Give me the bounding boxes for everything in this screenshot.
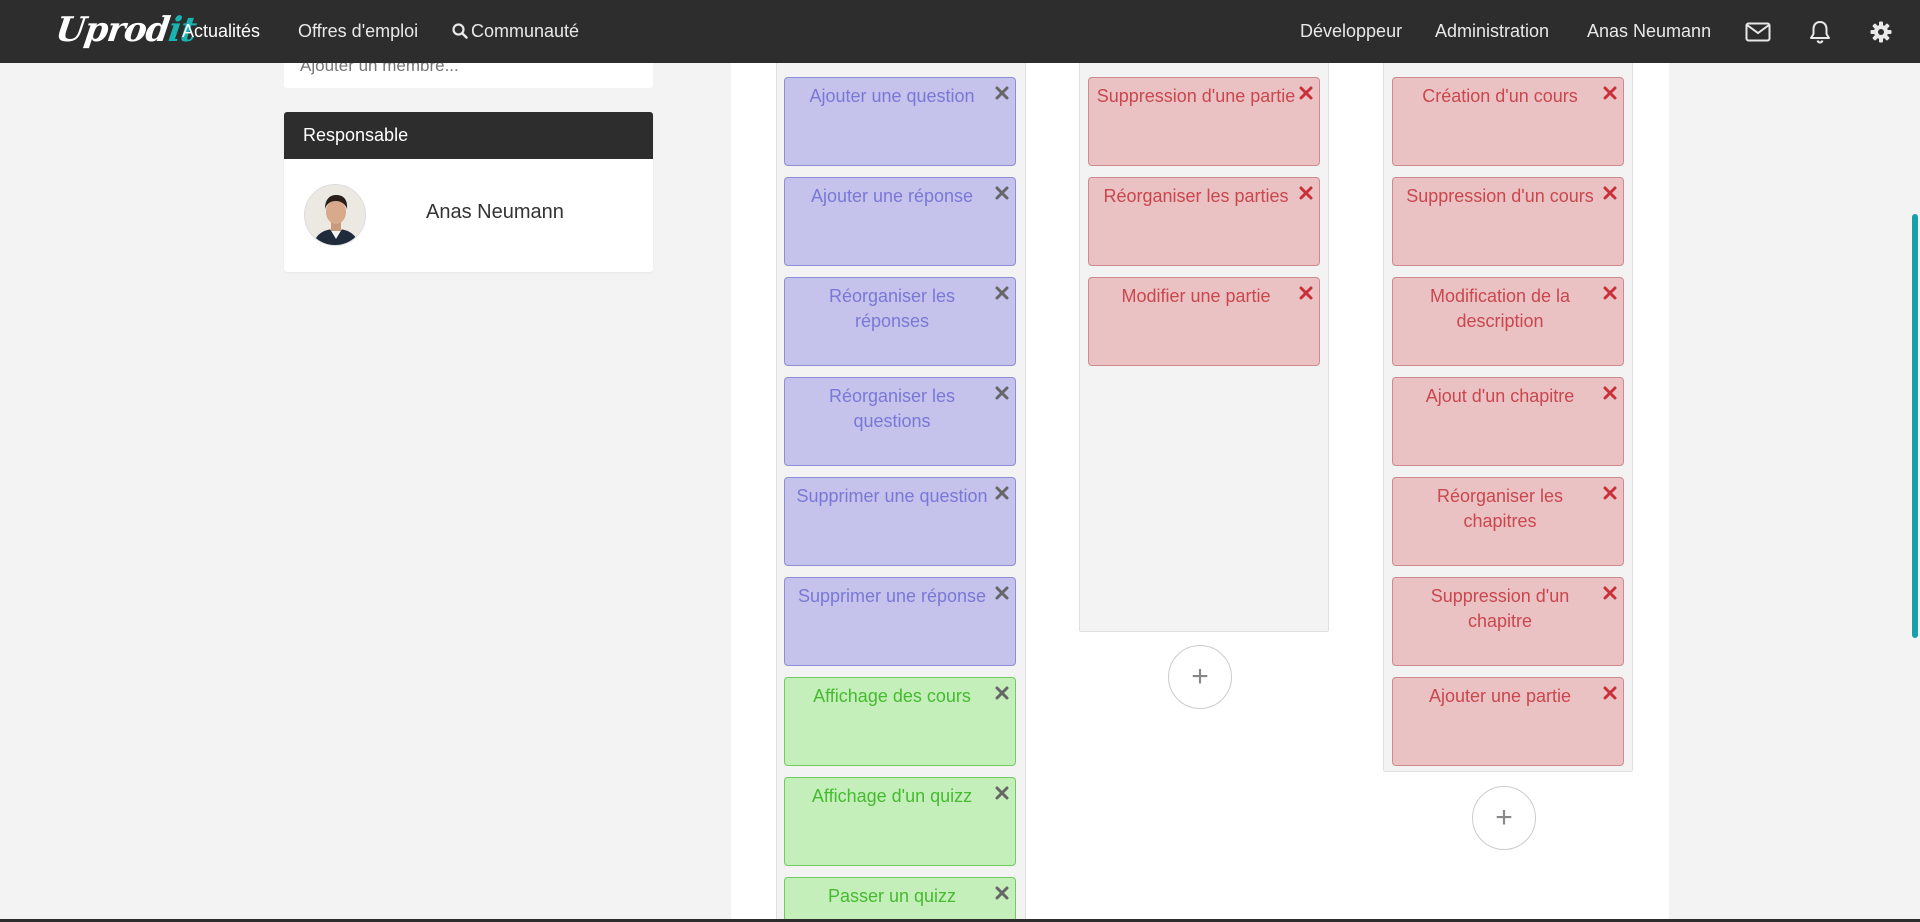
card-reorganiser-chapitres[interactable]: Réorganiser les chapitres bbox=[1392, 477, 1624, 566]
close-icon[interactable] bbox=[1299, 186, 1313, 200]
card-reorganiser-parties[interactable]: Réorganiser les parties bbox=[1088, 177, 1320, 266]
nav-link-communaute[interactable]: Communauté bbox=[452, 21, 579, 42]
gear-icon[interactable] bbox=[1867, 18, 1895, 46]
plus-icon: + bbox=[1495, 801, 1513, 834]
card-label: Affichage d'un quizz bbox=[811, 786, 973, 806]
card-affichage-quizz[interactable]: Affichage d'un quizz bbox=[784, 777, 1016, 866]
card-label: Réorganiser les chapitres bbox=[1436, 486, 1564, 531]
close-icon[interactable] bbox=[1299, 86, 1313, 100]
nav-link-communaute-label: Communauté bbox=[471, 21, 580, 41]
close-icon[interactable] bbox=[1603, 186, 1617, 200]
close-icon[interactable] bbox=[995, 886, 1009, 900]
card-ajouter-question[interactable]: Ajouter une question bbox=[784, 77, 1016, 166]
card-supprimer-question[interactable]: Supprimer une question bbox=[784, 477, 1016, 566]
card-label: Supprimer une réponse bbox=[797, 586, 987, 606]
bell-icon[interactable] bbox=[1806, 18, 1834, 46]
card-supprimer-reponse[interactable]: Supprimer une réponse bbox=[784, 577, 1016, 666]
card-label: Suppression d'un cours bbox=[1406, 186, 1594, 206]
close-icon[interactable] bbox=[1603, 686, 1617, 700]
responsable-title: Responsable bbox=[284, 112, 653, 159]
card-label: Modifier une partie bbox=[1121, 286, 1271, 306]
close-icon[interactable] bbox=[1603, 586, 1617, 600]
card-label: Ajout d'un chapitre bbox=[1425, 386, 1575, 406]
nav-link-developpeur[interactable]: Développeur bbox=[1300, 21, 1402, 42]
close-icon[interactable] bbox=[1299, 286, 1313, 300]
card-ajouter-reponse[interactable]: Ajouter une réponse bbox=[784, 177, 1016, 266]
close-icon[interactable] bbox=[995, 386, 1009, 400]
card-label: Ajouter une partie bbox=[1428, 686, 1572, 706]
card-label: Supprimer une question bbox=[796, 486, 988, 506]
mail-icon[interactable] bbox=[1744, 18, 1772, 46]
card-suppression-cours[interactable]: Suppression d'un cours bbox=[1392, 177, 1624, 266]
close-icon[interactable] bbox=[995, 286, 1009, 300]
card-label: Passer un quizz bbox=[827, 886, 957, 906]
plus-icon: + bbox=[1191, 660, 1209, 693]
card-label: Réorganiser les parties bbox=[1103, 186, 1289, 206]
close-icon[interactable] bbox=[995, 586, 1009, 600]
card-modifier-partie[interactable]: Modifier une partie bbox=[1088, 277, 1320, 366]
card-label: Affichage des cours bbox=[813, 686, 971, 706]
nav-link-offres[interactable]: Offres d'emploi bbox=[298, 21, 418, 42]
card-reorganiser-reponses[interactable]: Réorganiser les réponses bbox=[784, 277, 1016, 366]
top-navbar: Uprodit Actualités Offres d'emploi Commu… bbox=[0, 0, 1920, 63]
logo-main: Uprod bbox=[53, 10, 172, 50]
card-label: Réorganiser les questions bbox=[828, 386, 956, 431]
card-label: Réorganiser les réponses bbox=[828, 286, 956, 331]
card-label: Modification de la description bbox=[1429, 286, 1571, 331]
card-label: Création d'un cours bbox=[1422, 86, 1578, 106]
search-icon bbox=[452, 23, 468, 39]
card-ajouter-partie[interactable]: Ajouter une partie bbox=[1392, 677, 1624, 766]
card-ajout-chapitre[interactable]: Ajout d'un chapitre bbox=[1392, 377, 1624, 466]
card-label: Suppression d'une partie bbox=[1096, 86, 1296, 106]
close-icon[interactable] bbox=[995, 86, 1009, 100]
card-label: Ajouter une réponse bbox=[810, 186, 974, 206]
close-icon[interactable] bbox=[995, 486, 1009, 500]
close-icon[interactable] bbox=[995, 186, 1009, 200]
card-creation-cours[interactable]: Création d'un cours bbox=[1392, 77, 1624, 166]
card-suppression-chapitre[interactable]: Suppression d'un chapitre bbox=[1392, 577, 1624, 666]
close-icon[interactable] bbox=[1603, 486, 1617, 500]
card-label: Ajouter une question bbox=[809, 86, 975, 106]
card-suppression-partie[interactable]: Suppression d'une partie bbox=[1088, 77, 1320, 166]
card-label: Suppression d'un chapitre bbox=[1430, 586, 1570, 631]
close-icon[interactable] bbox=[995, 786, 1009, 800]
close-icon[interactable] bbox=[1603, 386, 1617, 400]
close-icon[interactable] bbox=[995, 686, 1009, 700]
responsable-name: Anas Neumann bbox=[426, 201, 564, 223]
nav-link-user-profile[interactable]: Anas Neumann bbox=[1587, 21, 1711, 42]
add-card-button-col2[interactable]: + bbox=[1168, 645, 1232, 709]
add-card-button-col3[interactable]: + bbox=[1472, 786, 1536, 850]
card-passer-quizz[interactable]: Passer un quizz bbox=[784, 877, 1016, 922]
card-affichage-cours[interactable]: Affichage des cours bbox=[784, 677, 1016, 766]
close-icon[interactable] bbox=[1603, 286, 1617, 300]
card-reorganiser-questions[interactable]: Réorganiser les questions bbox=[784, 377, 1016, 466]
nav-link-actualites[interactable]: Actualités bbox=[182, 21, 260, 42]
avatar[interactable] bbox=[304, 184, 366, 246]
card-modification-description[interactable]: Modification de la description bbox=[1392, 277, 1624, 366]
scrollbar-thumb[interactable] bbox=[1912, 214, 1918, 638]
nav-link-administration[interactable]: Administration bbox=[1435, 21, 1549, 42]
close-icon[interactable] bbox=[1603, 86, 1617, 100]
app-logo[interactable]: Uprodit bbox=[53, 10, 198, 50]
responsable-card: Responsable Anas Neumann bbox=[284, 112, 653, 272]
